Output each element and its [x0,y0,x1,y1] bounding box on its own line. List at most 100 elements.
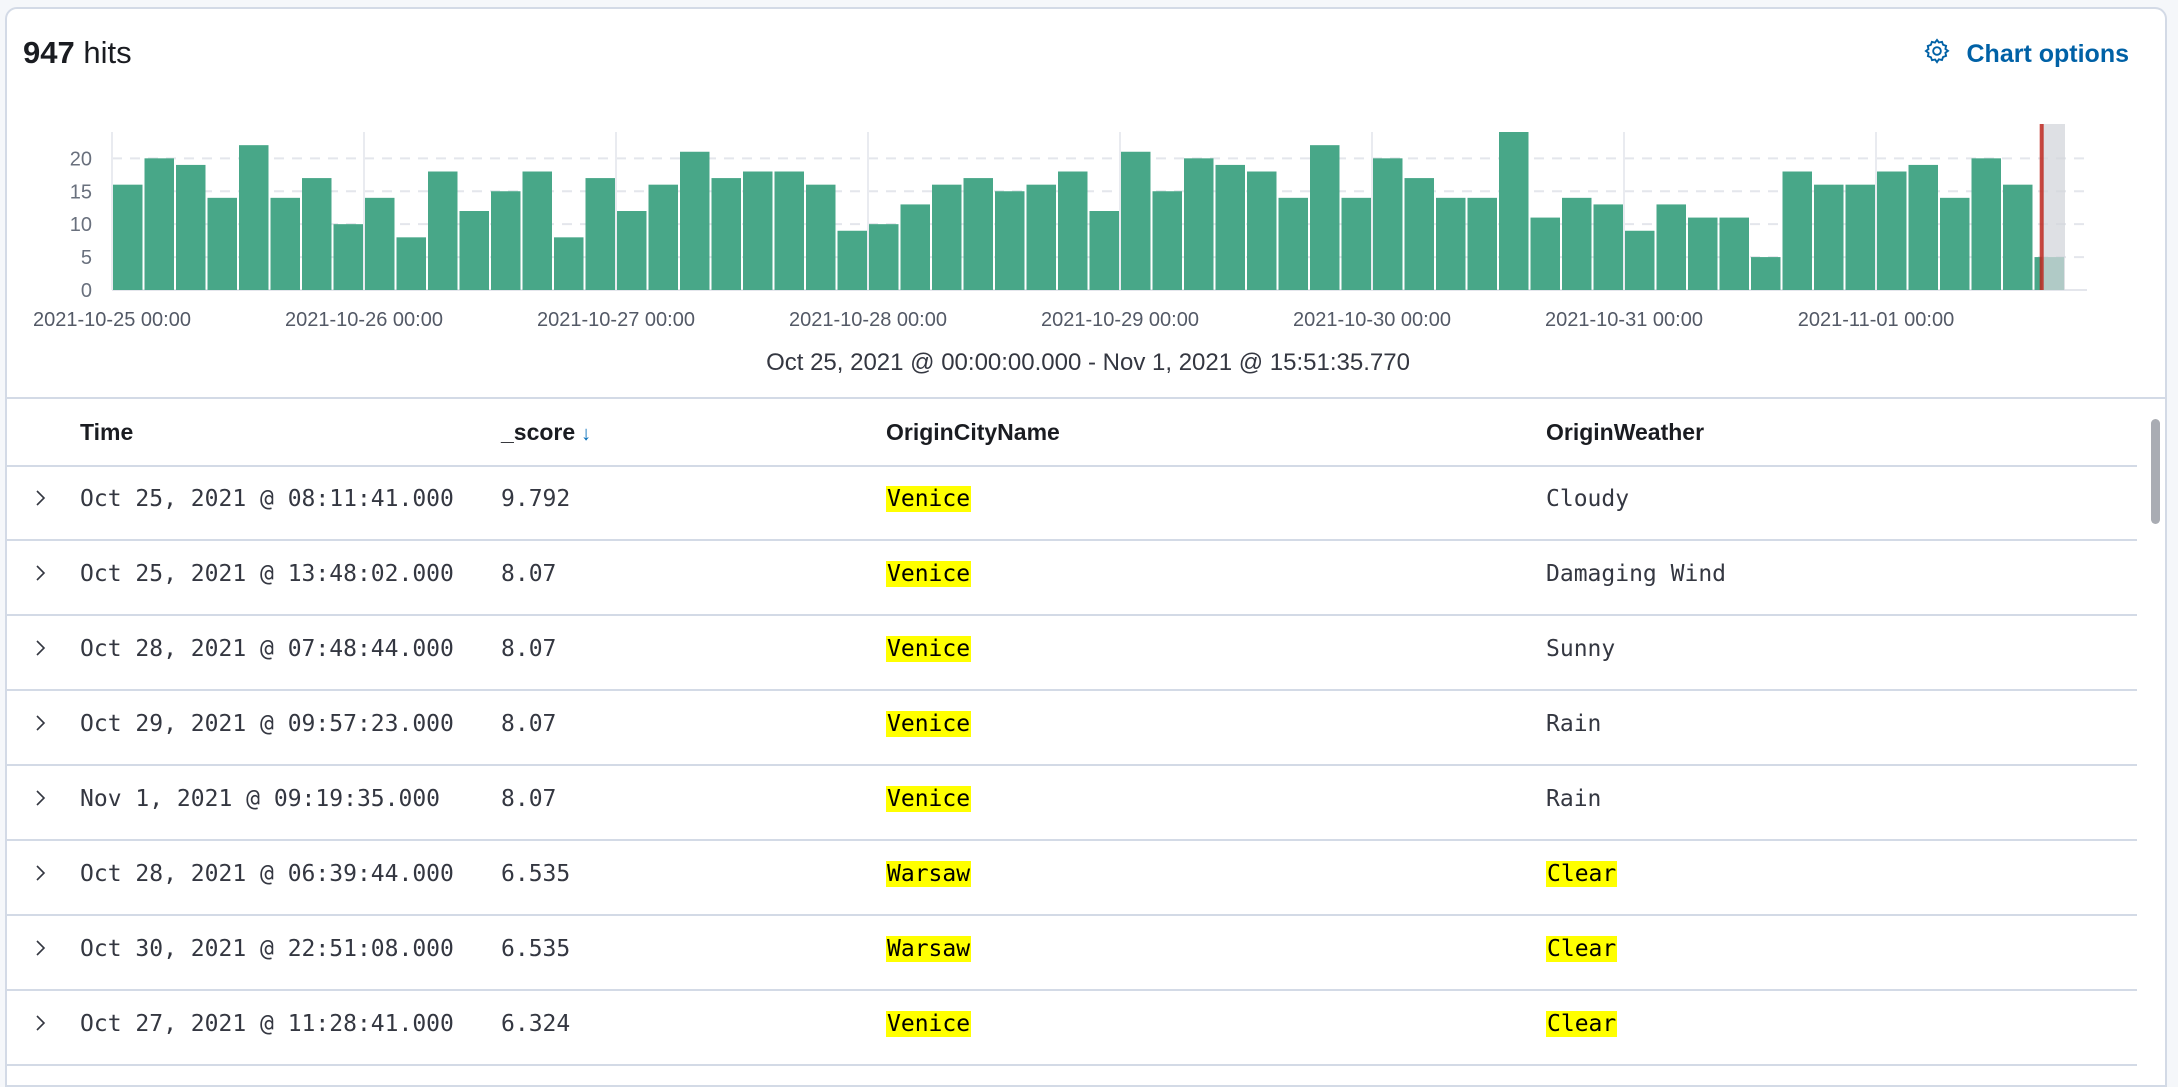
histogram-bar[interactable] [144,158,175,290]
histogram-bar[interactable] [1247,171,1277,291]
histogram-bar[interactable] [1751,257,1781,290]
histogram-bar[interactable] [365,197,395,290]
histogram-bar[interactable] [428,171,458,291]
histogram-bar[interactable] [1026,184,1057,290]
cell-time: Oct 30, 2021 @ 22:51:08.000 [80,936,454,962]
histogram-bar[interactable] [837,230,868,290]
column-header-origincityname[interactable]: OriginCityName [886,419,1060,446]
histogram-bar[interactable] [1593,204,1624,290]
histogram-bar[interactable] [1436,197,1466,290]
histogram-bar[interactable] [1184,158,1214,290]
x-tick-label: 2021-10-31 00:00 [1545,309,1703,331]
histogram-bar[interactable] [932,184,962,290]
histogram-bar[interactable] [1215,164,1246,290]
expand-row-chevron-icon[interactable] [31,561,51,585]
cell-score: 6.535 [501,861,571,887]
histogram-bar[interactable] [1530,217,1561,290]
table-row[interactable]: Oct 25, 2021 @ 13:48:02.000 8.07 Venice Dam… [7,541,2137,616]
histogram-bar[interactable] [113,184,143,290]
histogram-bar[interactable] [1971,158,2002,290]
histogram-bar[interactable] [176,164,206,290]
histogram-bar[interactable] [1782,171,1813,291]
histogram-bar[interactable] [1310,145,1340,290]
cell-originweather: Clear [1546,861,1618,887]
cell-time: Oct 29, 2021 @ 09:57:23.000 [80,711,454,737]
expand-row-chevron-icon[interactable] [31,936,51,960]
histogram-bar[interactable] [963,178,994,290]
cell-time: Oct 25, 2021 @ 13:48:02.000 [80,561,454,587]
histogram-bar[interactable] [302,178,332,290]
histogram-bar[interactable] [1278,197,1309,290]
histogram-bar[interactable] [806,184,836,290]
expand-row-chevron-icon[interactable] [31,1011,51,1035]
cell-origincityname: Venice [886,1011,972,1037]
histogram-bar[interactable] [743,171,773,291]
cell-origincityname: Warsaw [886,936,972,962]
histogram-bar[interactable] [1499,132,1529,290]
histogram-bar[interactable] [1814,184,1844,290]
histogram-bar[interactable] [1688,217,1718,290]
histogram-bar[interactable] [1877,171,1907,291]
histogram-chart[interactable]: 0 5 10 15 20 2021-10-25 00:00 2021-10-26 00:0… [7,9,2167,339]
histogram-bar[interactable] [900,204,931,290]
histogram-bar[interactable] [554,237,584,290]
histogram-bar[interactable] [207,197,238,290]
histogram-bar[interactable] [1404,178,1435,290]
cell-score: 8.07 [501,561,557,587]
histogram-bar[interactable] [1152,191,1183,290]
histogram-bar[interactable] [1373,158,1403,290]
y-tick-label: 10 [70,214,92,236]
table-row[interactable]: Oct 25, 2021 @ 08:11:41.000 9.792 Venice Cl… [7,466,2137,541]
table-row[interactable]: Oct 29, 2021 @ 09:57:23.000 8.07 Venice Rai… [7,691,2137,766]
histogram-bar[interactable] [995,191,1025,290]
table-row[interactable]: Oct 27, 2021 @ 11:28:41.000 6.324 Venice Cl… [7,991,2137,1066]
histogram-bar[interactable] [396,237,427,290]
expand-row-chevron-icon[interactable] [31,861,51,885]
cell-originweather: Sunny [1546,636,1616,662]
histogram-bar[interactable] [1058,171,1088,291]
histogram-bar[interactable] [1719,217,1750,290]
histogram-bar[interactable] [1341,197,1372,290]
table-header-row: Time _score ↓ OriginCityName OriginWeathe… [7,399,2137,467]
histogram-bar[interactable] [1656,204,1687,290]
cell-origincityname: Venice [886,711,972,737]
histogram-bar[interactable] [2003,184,2033,290]
histogram-bar[interactable] [1467,197,1498,290]
table-row[interactable]: Oct 30, 2021 @ 22:51:08.000 6.535 Warsaw Cl… [7,916,2137,991]
histogram-bar[interactable] [1121,151,1151,290]
histogram-bar[interactable] [1908,164,1939,290]
histogram-bar[interactable] [1562,197,1592,290]
expand-row-chevron-icon[interactable] [31,636,51,660]
histogram-bar[interactable] [1089,211,1120,290]
table-row[interactable]: Oct 28, 2021 @ 06:39:44.000 6.535 Warsaw Cl… [7,841,2137,916]
histogram-bar[interactable] [869,224,899,290]
histogram-bar[interactable] [239,145,269,290]
column-header-time[interactable]: Time [80,419,133,446]
histogram-bar[interactable] [617,211,647,290]
histogram-bar[interactable] [774,171,805,291]
cell-score: 9.792 [501,486,571,512]
table-scrollbar[interactable] [2151,419,2160,524]
histogram-bar[interactable] [585,178,616,290]
histogram-bar[interactable] [333,224,364,290]
histogram-bar[interactable] [491,191,521,290]
expand-row-chevron-icon[interactable] [31,786,51,810]
histogram-bar[interactable] [1845,184,1876,290]
histogram-bar[interactable] [648,184,679,290]
cell-score: 6.535 [501,936,571,962]
expand-row-chevron-icon[interactable] [31,711,51,735]
column-header-score[interactable]: _score ↓ [501,419,591,446]
expand-row-chevron-icon[interactable] [31,486,51,510]
table-row[interactable]: Nov 1, 2021 @ 09:19:35.000 8.07 Venice Rain [7,766,2137,841]
histogram-bar[interactable] [1625,230,1655,290]
histogram-bar[interactable] [522,171,553,291]
histogram-bar[interactable] [1940,197,1970,290]
histogram-bar[interactable] [711,178,742,290]
histogram-bar[interactable] [680,151,710,290]
table-row[interactable]: Oct 28, 2021 @ 07:48:44.000 8.07 Venice Sun… [7,616,2137,691]
histogram-bar[interactable] [270,197,301,290]
column-header-originweather[interactable]: OriginWeather [1546,419,1704,446]
arrow-down-icon[interactable]: ↓ [581,423,591,445]
cell-time: Oct 25, 2021 @ 08:11:41.000 [80,486,454,512]
histogram-bar[interactable] [459,211,490,290]
